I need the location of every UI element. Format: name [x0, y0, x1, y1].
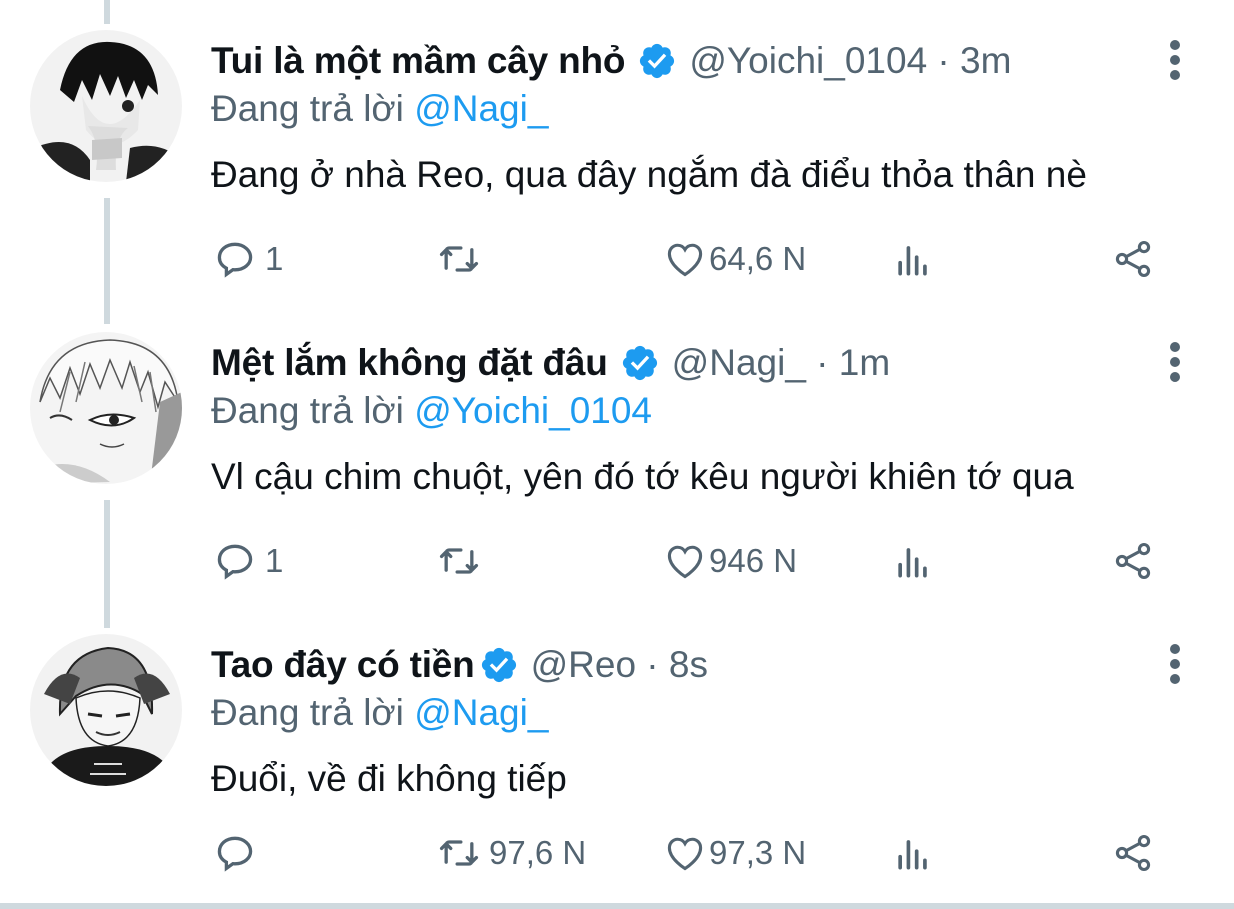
- more-vertical-icon[interactable]: [1168, 40, 1182, 84]
- replying-label: Đang trả lời: [211, 390, 404, 431]
- avatar-image: [30, 30, 182, 182]
- more-vertical-icon[interactable]: [1168, 644, 1182, 688]
- tweet[interactable]: Tao đây có tiền @Reo · 8s Đang trả lời @…: [0, 628, 1234, 903]
- mention-link[interactable]: @Nagi_: [414, 88, 548, 129]
- share-icon: [1115, 240, 1151, 278]
- replying-to: Đang trả lời @Nagi_: [211, 88, 548, 130]
- tweet-text: Đuổi, về đi không tiếp: [211, 758, 567, 799]
- share-icon: [1115, 542, 1151, 580]
- display-name[interactable]: Tui là một mầm cây nhỏ: [211, 40, 626, 82]
- reply-button[interactable]: [213, 828, 265, 878]
- retweet-button[interactable]: 97,6 N: [437, 828, 586, 878]
- views-button[interactable]: [891, 828, 935, 878]
- verified-badge-icon: [479, 645, 519, 685]
- like-count: 946 N: [709, 542, 798, 579]
- replying-label: Đang trả lời: [211, 88, 404, 129]
- avatar[interactable]: [30, 332, 182, 484]
- avatar[interactable]: [30, 634, 182, 786]
- mention-link[interactable]: @Nagi_: [414, 692, 548, 733]
- retweet-icon: [439, 840, 479, 866]
- heart-icon: [667, 243, 703, 277]
- handle-and-time[interactable]: @Yoichi_0104 · 3m: [689, 40, 1011, 82]
- handle-and-time[interactable]: @Reo · 8s: [531, 644, 708, 686]
- tweet-text: Đang ở nhà Reo, qua đây ngắm đà điểu thỏ…: [211, 154, 1087, 195]
- retweet-button[interactable]: [437, 536, 489, 586]
- heart-icon: [667, 837, 703, 871]
- share-button[interactable]: [1111, 234, 1155, 284]
- handle-and-time[interactable]: @Nagi_ · 1m: [672, 342, 891, 384]
- tweet-header: Mệt lắm không đặt đâu @Nagi_ · 1m: [211, 340, 890, 386]
- reply-icon: [217, 544, 253, 580]
- reply-icon: [217, 242, 253, 278]
- reply-count: 1: [265, 240, 284, 277]
- replying-to: Đang trả lời @Yoichi_0104: [211, 390, 652, 432]
- replying-label: Đang trả lời: [211, 692, 404, 733]
- views-button[interactable]: [891, 536, 935, 586]
- like-count: 97,3 N: [709, 834, 807, 871]
- display-name[interactable]: Tao đây có tiền: [211, 644, 475, 686]
- views-icon: [898, 840, 927, 870]
- like-button[interactable]: 64,6 N: [663, 234, 806, 284]
- mention-link[interactable]: @Yoichi_0104: [414, 390, 652, 431]
- tweet-actions: 1 946 N: [211, 536, 1171, 586]
- tweet-header: Tui là một mầm cây nhỏ @Yoichi_0104 · 3m: [211, 38, 1011, 84]
- like-button[interactable]: 946 N: [663, 536, 797, 586]
- verified-badge-icon: [637, 41, 677, 81]
- tweet-actions: 1 64,6 N: [211, 234, 1171, 284]
- avatar-image: [30, 332, 182, 484]
- reply-button[interactable]: 1: [213, 536, 283, 586]
- tweet-text: Vl cậu chim chuột, yên đó tớ kêu người k…: [211, 456, 1074, 497]
- retweet-icon: [439, 246, 479, 272]
- more-vertical-icon[interactable]: [1168, 342, 1182, 386]
- share-icon: [1115, 834, 1151, 872]
- heart-icon: [667, 545, 703, 579]
- display-name[interactable]: Mệt lắm không đặt đâu: [211, 342, 608, 384]
- tweet-header: Tao đây có tiền @Reo · 8s: [211, 642, 708, 688]
- reply-count: 1: [265, 542, 284, 579]
- replying-to: Đang trả lời @Nagi_: [211, 692, 548, 734]
- bottom-divider: [0, 903, 1234, 909]
- views-button[interactable]: [891, 234, 935, 284]
- retweet-icon: [439, 548, 479, 574]
- verified-badge-icon: [620, 343, 660, 383]
- retweet-count: 97,6 N: [489, 834, 587, 871]
- reply-icon: [217, 836, 253, 872]
- avatar-image: [30, 634, 182, 786]
- views-icon: [898, 548, 927, 578]
- retweet-button[interactable]: [437, 234, 489, 284]
- tweet-actions: 97,6 N 97,3 N: [211, 828, 1171, 878]
- reply-button[interactable]: 1: [213, 234, 283, 284]
- like-button[interactable]: 97,3 N: [663, 828, 806, 878]
- like-count: 64,6 N: [709, 240, 807, 277]
- views-icon: [898, 246, 927, 276]
- share-button[interactable]: [1111, 828, 1155, 878]
- thread-connector-line: [104, 0, 110, 24]
- tweet[interactable]: Mệt lắm không đặt đâu @Nagi_ · 1m Đang t…: [0, 326, 1234, 626]
- share-button[interactable]: [1111, 536, 1155, 586]
- tweet[interactable]: Tui là một mầm cây nhỏ @Yoichi_0104 · 3m…: [0, 24, 1234, 324]
- avatar[interactable]: [30, 30, 182, 182]
